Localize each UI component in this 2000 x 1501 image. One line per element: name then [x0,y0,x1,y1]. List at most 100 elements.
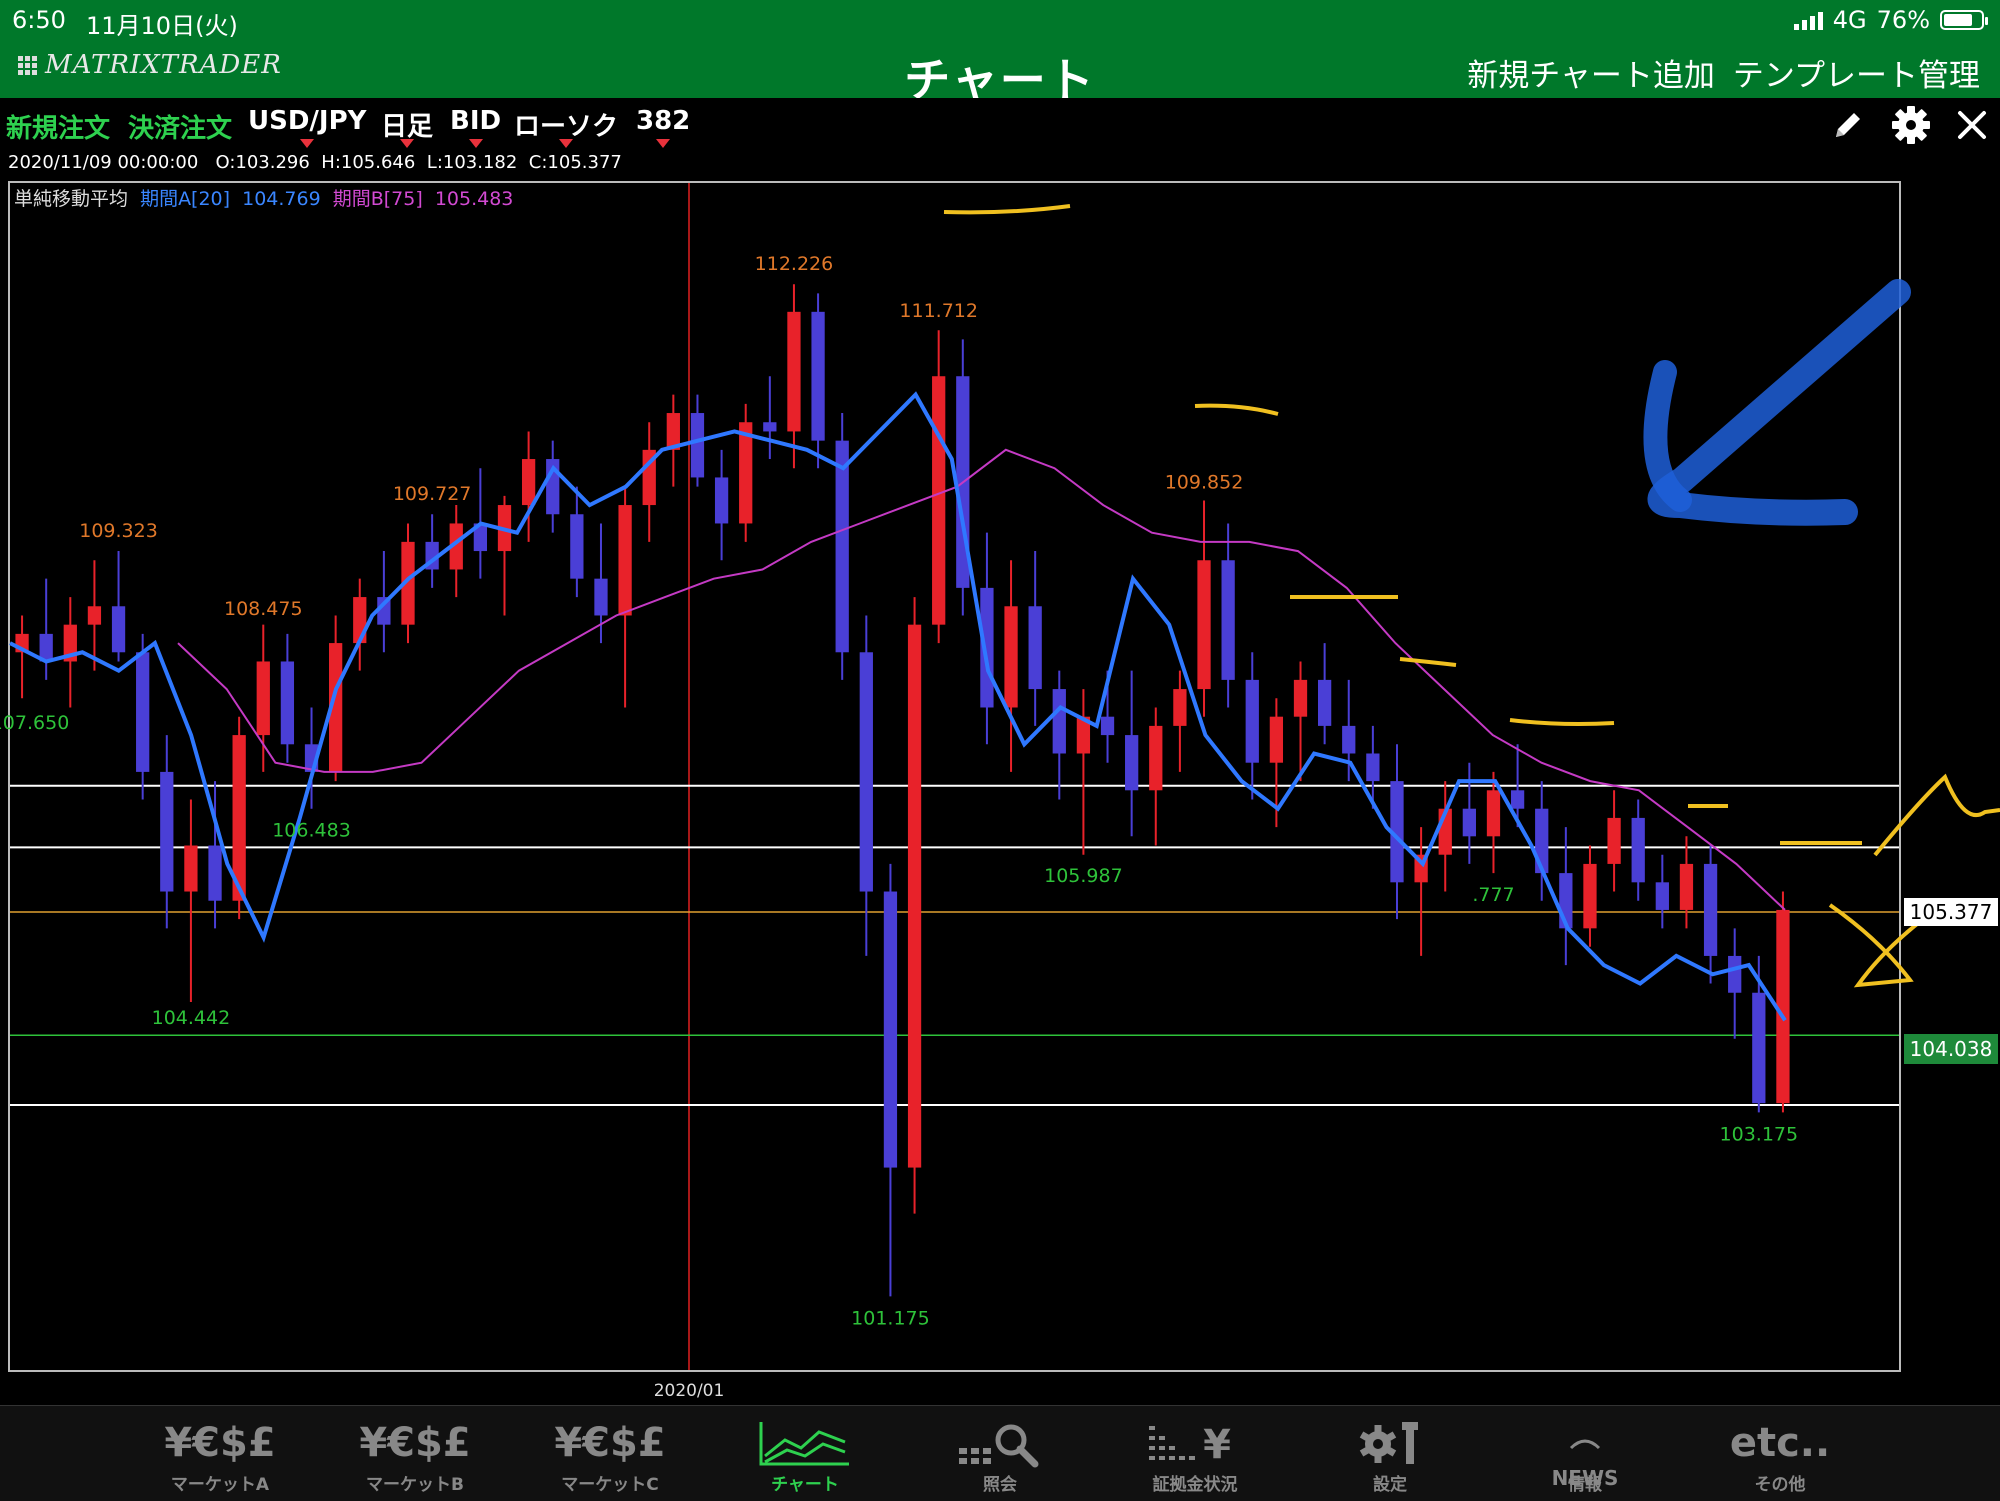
candle-body [1342,725,1356,754]
candle-body [1052,689,1066,754]
candle-body [883,891,898,1168]
indicator-legend: 単純移動平均 期間A[20] 104.769 期間B[75] 105.483 [14,188,513,210]
current-price-label: 104.038 [1910,1037,1993,1061]
candle-body [1583,863,1597,929]
tab-market-a[interactable]: ¥€$£ マーケットA [150,1406,290,1501]
high-label: 109.323 [79,520,158,542]
low-label: 104.442 [152,1007,231,1029]
x-axis-tick: 2020/01 [654,1381,725,1401]
tab-market-c[interactable]: ¥€$£ マーケットC [540,1406,680,1501]
candle-body [907,624,922,1168]
candle-body [521,459,536,506]
high-label: 109.852 [1165,471,1244,493]
candle-body [594,578,608,616]
candle-body [835,440,849,653]
candle-body [1655,882,1669,910]
candle-body [208,845,222,901]
candle-body [1028,606,1042,690]
tab-label: マーケットB [366,1475,464,1495]
high-label: 112.226 [755,253,834,275]
indicator-value-a: 104.769 [242,188,321,210]
high-label: 109.727 [393,483,472,505]
tab-bar: ¥€$£ マーケットA ¥€$£ マーケットB ¥€$£ マーケットC チャート 照会 [0,1405,2000,1501]
candle-body [184,845,198,892]
tab-label: 証拠金状況 [1152,1475,1238,1495]
candle-body [1510,790,1525,809]
indicator-period-b: 期間B[75] [333,188,423,210]
candle-body [256,661,270,736]
tab-market-b[interactable]: ¥€$£ マーケットB [345,1406,485,1501]
indicator-period-a: 期間A[20] [140,188,230,210]
candle-body [714,477,729,524]
settings-icon [1320,1418,1460,1468]
candle-body [1462,808,1476,837]
tab-label: チャート [771,1475,839,1495]
candle-body [1728,955,1742,993]
indicator-value-b: 105.483 [435,188,514,210]
candle-body [811,311,825,441]
candle-body [136,652,150,772]
currency-icon: ¥€$£ [164,1420,276,1466]
close-price-label: 105.377 [1910,900,1993,924]
candle-body [1607,817,1621,864]
candle-body [1221,560,1235,680]
candle-body [1679,863,1694,910]
candle-body [1486,790,1501,837]
tab-label: 照会 [983,1475,1017,1495]
low-label: 103.175 [1720,1124,1799,1146]
price-chart[interactable]: 109.323 108.475 109.727 112.226 111.712 109.8… [0,0,2000,1405]
candle-body [87,606,102,625]
news-icon: NEWS [1515,1418,1655,1488]
candle-body [690,413,705,478]
candle-body [570,514,584,579]
candle-body [1366,753,1380,782]
close-price-badge: 105.377 [1904,898,1998,926]
low-label: .777 [1472,884,1514,906]
tab-label: マーケットC [561,1475,659,1495]
tab-inquiry[interactable]: 照会 [930,1406,1070,1501]
tab-label: 情報 [1568,1475,1602,1495]
margin-icon: ¥ [1125,1418,1265,1468]
candle-body [1269,716,1284,763]
tab-news[interactable]: NEWS 情報 [1515,1406,1655,1501]
tab-label: 設定 [1373,1475,1407,1495]
low-label: 101.175 [851,1308,930,1330]
search-icon [930,1418,1070,1468]
candle-body [932,376,946,625]
candle-body [1125,735,1139,791]
tab-label: その他 [1754,1475,1806,1495]
tab-settings[interactable]: 設定 [1320,1406,1460,1501]
high-label: 111.712 [899,300,978,322]
candle-body [353,597,367,644]
tab-chart[interactable]: チャート [735,1406,875,1501]
candle-body [1197,560,1211,690]
candle-body [1293,679,1308,717]
low-label: 106.483 [272,819,351,841]
candle-body [160,771,174,892]
tab-margin[interactable]: ¥ 証拠金状況 [1125,1406,1265,1501]
candle-body [1317,679,1332,726]
candle-body [1631,817,1645,883]
tab-label: マーケットA [170,1475,270,1495]
candle-body [859,652,873,892]
currency-icon: ¥€$£ [554,1420,666,1466]
candle-body [1004,606,1018,708]
candle-body [1703,863,1718,956]
candle-body [1535,808,1549,874]
candle-body [1245,679,1259,763]
current-price-badge: 104.038 [1904,1034,1998,1064]
candle-body [787,311,801,432]
indicator-name: 単純移動平均 [14,188,128,210]
currency-icon: ¥€$£ [359,1420,471,1466]
candle-body [618,505,632,616]
candle-body [1100,716,1115,736]
candle-body [1149,725,1163,791]
chart-icon [735,1418,875,1468]
candle-body [1173,689,1187,726]
high-label: 108.475 [224,598,303,620]
candle-body [1752,992,1766,1104]
candle-body [280,661,295,745]
low-label: 107.650 [0,712,69,734]
low-label: 105.987 [1044,865,1123,887]
tab-other[interactable]: etc.. その他 [1710,1406,1850,1501]
